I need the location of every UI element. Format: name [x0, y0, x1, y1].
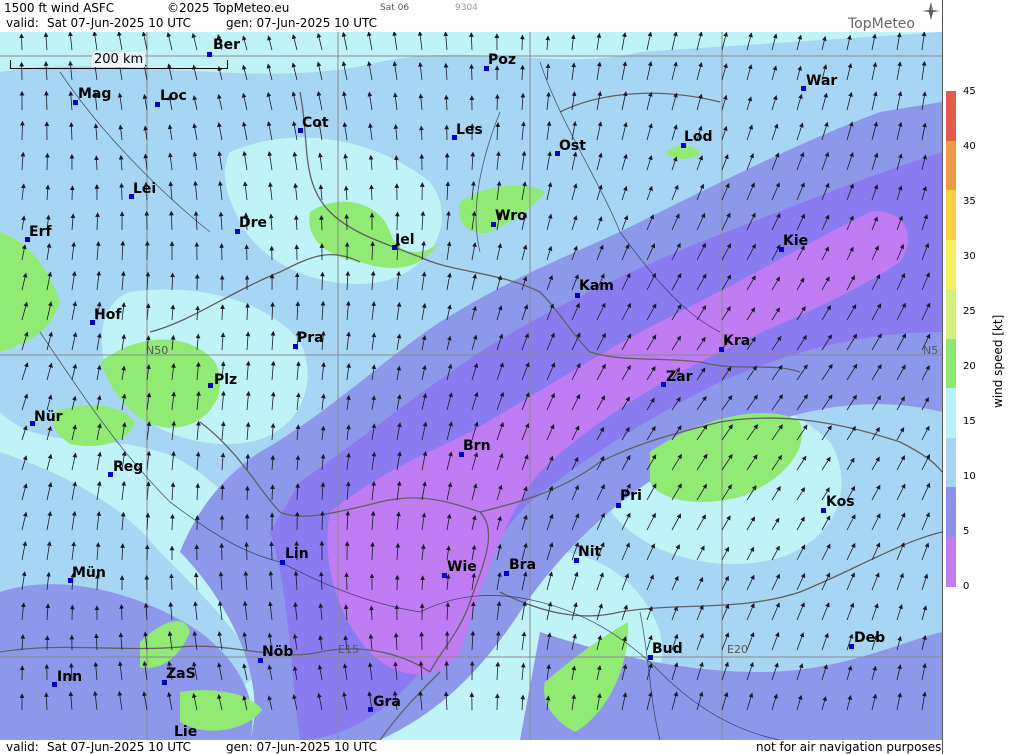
- legend-tick: 0: [963, 581, 970, 592]
- city-label-pri[interactable]: Pri: [620, 488, 642, 504]
- valid-value: Sat 07-Jun-2025 10 UTC: [47, 16, 192, 30]
- compass-logo-icon: [922, 2, 940, 20]
- wind-arrow: [119, 604, 124, 621]
- city-label-hof[interactable]: Hof: [94, 307, 121, 323]
- city-label-les[interactable]: Les: [456, 122, 483, 138]
- grid-label-n50-right: N5: [923, 344, 939, 357]
- city-label-loc[interactable]: Loc: [160, 88, 187, 104]
- city-label-kos[interactable]: Kos: [826, 494, 855, 510]
- city-label-brn[interactable]: Brn: [463, 438, 491, 454]
- legend-color-step: [946, 388, 956, 438]
- footer-valid-label: valid:: [6, 740, 39, 754]
- city-label-lod[interactable]: Lod: [684, 129, 713, 145]
- header: 1500 ft wind ASFC ©2025 TopMeteo.eu vali…: [0, 0, 942, 32]
- legend-tick: 40: [963, 141, 976, 152]
- day-code: Sat 06: [380, 3, 410, 13]
- grid-label-n50: N50: [146, 344, 169, 357]
- city-dot: [208, 383, 213, 388]
- wind-arrow: [469, 63, 474, 81]
- city-label-mun[interactable]: Mün: [72, 565, 106, 581]
- copyright: ©2025 TopMeteo.eu: [167, 1, 290, 15]
- city-label-wie[interactable]: Wie: [447, 559, 477, 575]
- gen-value: gen: 07-Jun-2025 10 UTC: [226, 16, 378, 30]
- product-title: 1500 ft wind ASFC: [4, 1, 115, 15]
- legend-color-step: [946, 338, 956, 389]
- city-label-poz[interactable]: Poz: [488, 52, 516, 68]
- city-label-dre[interactable]: Dre: [239, 215, 267, 231]
- city-label-lie[interactable]: Lie: [174, 724, 197, 740]
- city-label-reg[interactable]: Reg: [113, 459, 143, 475]
- city-label-deb[interactable]: Deb: [854, 630, 885, 646]
- legend-color-step: [946, 437, 956, 488]
- wind-arrow: [344, 572, 349, 591]
- legend-tick: 45: [963, 86, 976, 97]
- city-label-war[interactable]: War: [806, 73, 837, 89]
- legend-tick: 15: [963, 416, 976, 427]
- city-label-nit[interactable]: Nit: [578, 544, 601, 560]
- wind-arrow: [170, 513, 175, 531]
- city-label-ber[interactable]: Ber: [213, 37, 240, 53]
- footer-gen-value: gen: 07-Jun-2025 10 UTC: [226, 740, 378, 754]
- city-label-jel[interactable]: Jel: [395, 232, 415, 248]
- city-dot: [207, 52, 212, 57]
- city-label-wro[interactable]: Wro: [495, 208, 527, 224]
- wind-arrow: [119, 182, 124, 201]
- city-label-lin[interactable]: Lin: [285, 546, 309, 562]
- legend-color-step: [946, 140, 956, 191]
- footer-valid-value: Sat 07-Jun-2025 10 UTC: [47, 740, 192, 754]
- legend-tick: 35: [963, 196, 976, 207]
- city-label-ost[interactable]: Ost: [559, 138, 586, 154]
- legend-title-text: wind speed [kt]: [991, 314, 1005, 408]
- legend-tick: 30: [963, 251, 976, 262]
- wind-arrow: [245, 485, 250, 501]
- city-label-plz[interactable]: Plz: [214, 372, 237, 388]
- wind-arrow: [244, 541, 249, 561]
- city-label-kam[interactable]: Kam: [579, 278, 614, 294]
- legend-tick: 20: [963, 361, 976, 372]
- city-label-nur[interactable]: Nür: [34, 409, 63, 425]
- city-label-mag[interactable]: Mag: [78, 86, 111, 102]
- legend-tick: 25: [963, 306, 976, 317]
- grid-label-e15: E15: [338, 643, 359, 656]
- legend-color-bar: [946, 91, 956, 587]
- city-label-cot[interactable]: Cot: [302, 115, 329, 131]
- legend-color-step: [946, 239, 956, 290]
- city-label-bud[interactable]: Bud: [652, 641, 683, 657]
- footer: valid: Sat 07-Jun-2025 10 UTC gen: 07-Ju…: [0, 740, 942, 754]
- city-label-kie[interactable]: Kie: [783, 233, 808, 249]
- city-label-gra[interactable]: Gra: [373, 694, 401, 710]
- wind-arrow: [320, 510, 325, 531]
- run-code: 9304: [455, 3, 478, 13]
- legend-tick: 10: [963, 471, 976, 482]
- city-label-lei[interactable]: Lei: [133, 181, 156, 197]
- city-label-inn[interactable]: Inn: [57, 669, 82, 685]
- legend-color-step: [946, 190, 956, 240]
- scale-bar-label: 200 km: [92, 52, 146, 67]
- city-label-zas[interactable]: ZaS: [166, 666, 196, 682]
- city-label-pra[interactable]: Pra: [297, 330, 324, 346]
- wind-arrow: [20, 120, 25, 141]
- city-label-erf[interactable]: Erf: [29, 224, 52, 240]
- wind-arrow: [320, 271, 325, 291]
- legend-color-step: [946, 289, 956, 339]
- wind-arrow: [19, 33, 24, 51]
- city-label-kra[interactable]: Kra: [723, 333, 750, 349]
- wind-map[interactable]: 200 km N50 N5 E15 E20 Ber Poz War Mag Lo…: [0, 32, 942, 740]
- wind-arrow: [269, 541, 274, 561]
- legend-color-step: [946, 536, 956, 587]
- legend: 45 40 35 30 25 20 15 10 5 0 wind speed [kt]: [942, 0, 1033, 754]
- city-label-bra[interactable]: Bra: [509, 557, 536, 573]
- legend-color-step: [946, 487, 956, 537]
- topmeteo-logo: TopMeteo: [848, 16, 915, 32]
- wind-field: [0, 32, 942, 740]
- legend-tick: 5: [963, 526, 970, 537]
- legend-color-step: [946, 91, 956, 141]
- valid-label: valid:: [6, 16, 39, 30]
- city-label-zar[interactable]: Zar: [666, 369, 693, 385]
- disclaimer: not for air navigation purposes: [756, 740, 942, 754]
- city-label-nob[interactable]: Nöb: [262, 644, 293, 660]
- grid-label-e20: E20: [727, 643, 748, 656]
